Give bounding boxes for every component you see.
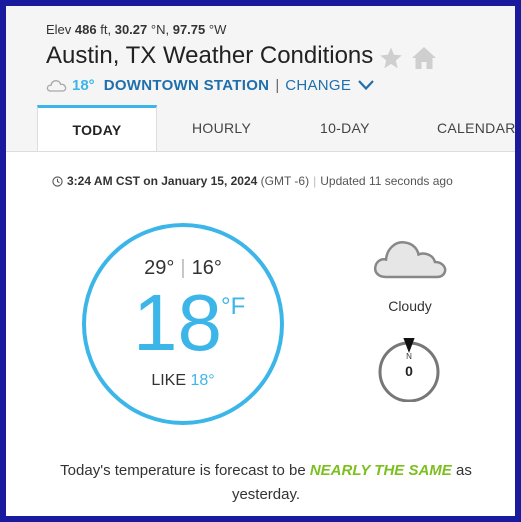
coordinates: Elev 486 ft, 30.27 °N, 97.75 °W xyxy=(46,22,226,37)
station-separator: | xyxy=(275,76,280,94)
updated-text: Updated 11 seconds ago xyxy=(320,174,453,188)
lon-unit: °W xyxy=(208,22,227,37)
clock-icon xyxy=(52,175,63,187)
station-selector: 18° DOWNTOWN STATION | CHANGE xyxy=(46,76,375,94)
tab-divider xyxy=(6,151,515,152)
condition-text: Cloudy xyxy=(388,298,432,314)
temp-unit: °F xyxy=(221,293,246,320)
weather-widget: Elev 486 ft, 30.27 °N, 97.75 °W Austin, … xyxy=(6,6,515,516)
tab-hourly[interactable]: HOURLY xyxy=(192,105,251,152)
temperature-dial: 29° | 16° 18 °F LIKE 18° xyxy=(82,223,284,425)
cloud-icon xyxy=(373,241,447,279)
location-header: Elev 486 ft, 30.27 °N, 97.75 °W Austin, … xyxy=(6,6,515,152)
star-icon[interactable] xyxy=(379,46,403,70)
low-temp: 16° xyxy=(191,257,222,279)
cloud-icon xyxy=(46,80,67,92)
elev-unit: ft, xyxy=(100,22,112,37)
elev-value: 486 xyxy=(74,22,97,37)
timestamp-separator: | xyxy=(313,174,317,188)
forecast-highlight: NEARLY THE SAME xyxy=(309,462,452,479)
station-temp: 18° xyxy=(72,76,95,94)
home-icon[interactable] xyxy=(411,46,437,70)
high-low-separator: | xyxy=(180,257,186,279)
chevron-down-icon[interactable] xyxy=(357,79,375,91)
tab-calendar[interactable]: CALENDAR xyxy=(437,105,515,152)
forecast-summary: Today's temperature is forecast to be NE… xyxy=(56,459,476,507)
high-low: 29° | 16° xyxy=(86,257,280,280)
current-temp: 18 xyxy=(133,278,222,367)
lat-unit: °N, xyxy=(150,22,170,37)
forecast-tabs: TODAY HOURLY 10-DAY CALENDAR xyxy=(6,105,515,152)
page-title: Austin, TX Weather Conditions xyxy=(46,42,374,69)
observation-time: 3:24 AM CST on January 15, 2024 xyxy=(67,174,258,188)
lon-value: 97.75 xyxy=(172,22,206,37)
feels-like: LIKE 18° xyxy=(86,372,280,390)
change-station-link[interactable]: CHANGE xyxy=(285,77,351,94)
tab-10-day[interactable]: 10-DAY xyxy=(320,105,370,152)
wind-speed: 0 xyxy=(405,363,413,379)
forecast-prefix: Today's temperature is forecast to be xyxy=(60,462,306,479)
feels-like-value: 18° xyxy=(190,372,215,389)
elev-label: Elev xyxy=(46,22,72,37)
tab-today[interactable]: TODAY xyxy=(37,105,157,152)
timezone: (GMT -6) xyxy=(260,174,310,188)
high-temp: 29° xyxy=(144,257,175,279)
station-name[interactable]: DOWNTOWN STATION xyxy=(104,77,270,94)
wind-direction: N xyxy=(406,352,412,361)
lat-value: 30.27 xyxy=(114,22,148,37)
observation-timestamp: 3:24 AM CST on January 15, 2024 (GMT -6)… xyxy=(52,174,453,188)
feels-like-label: LIKE xyxy=(151,372,187,389)
